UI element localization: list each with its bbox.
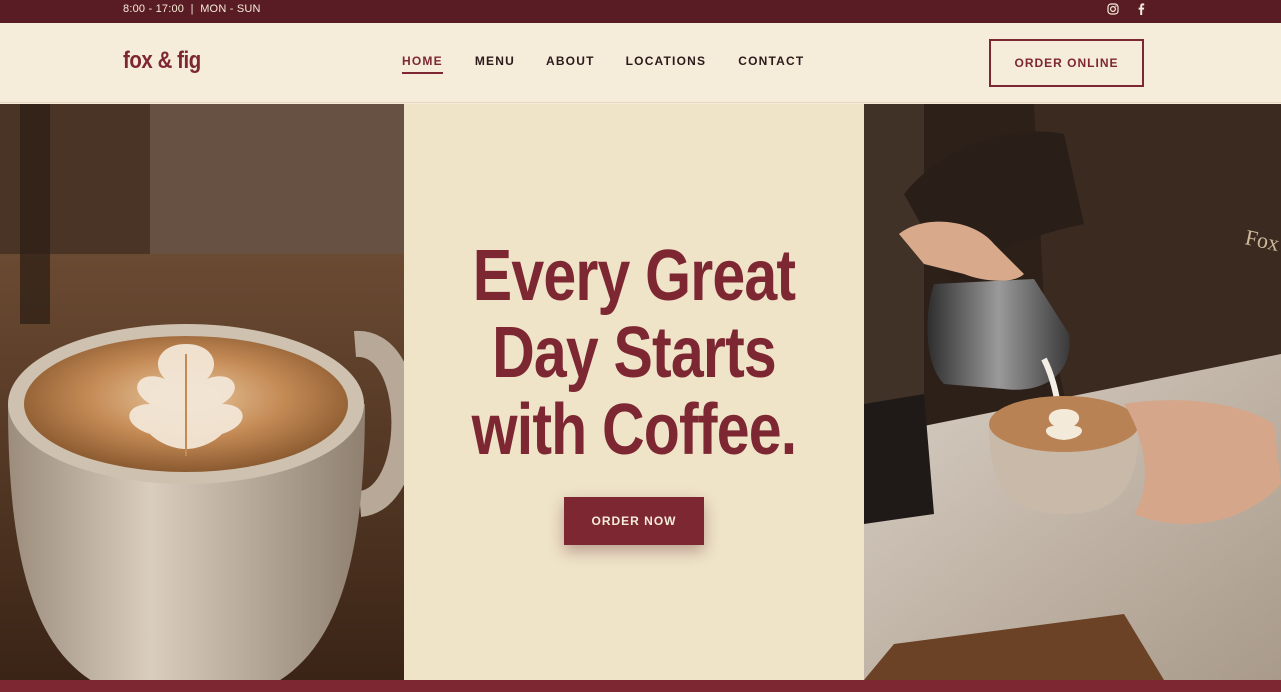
facebook-icon[interactable] [1134, 2, 1148, 16]
hero-headline: Every Great Day Starts with Coffee. [445, 238, 822, 469]
order-online-button[interactable]: ORDER ONLINE [989, 39, 1144, 87]
hero-section: Every Great Day Starts with Coffee. ORDE… [0, 104, 1281, 680]
nav-item-locations[interactable]: LOCATIONS [626, 54, 707, 74]
order-now-button[interactable]: ORDER NOW [564, 497, 704, 545]
instagram-icon[interactable] [1106, 2, 1120, 16]
nav-item-about[interactable]: ABOUT [546, 54, 595, 74]
headline-line: Every Great [472, 236, 796, 316]
headline-line: Day Starts [492, 313, 777, 393]
hero-text-panel: Every Great Day Starts with Coffee. ORDE… [404, 104, 864, 680]
site-header: fox & fig HOME MENU ABOUT LOCATIONS CONT… [0, 23, 1281, 103]
latte-art-photo [0, 104, 404, 680]
nav-item-menu[interactable]: MENU [475, 54, 515, 74]
headline-line: with Coffee. [471, 390, 798, 470]
barista-photo: Fox [864, 104, 1281, 680]
nav-item-home[interactable]: HOME [402, 54, 443, 74]
footer-strip [0, 680, 1281, 692]
site-logo[interactable]: fox & fig [123, 47, 201, 75]
top-info-bar: 8:00 - 17:00 | MON - SUN [0, 0, 1281, 23]
nav-item-contact[interactable]: CONTACT [738, 54, 804, 74]
main-nav: HOME MENU ABOUT LOCATIONS CONTACT [402, 54, 804, 74]
social-links [1106, 2, 1148, 16]
opening-hours: 8:00 - 17:00 | MON - SUN [123, 3, 261, 15]
